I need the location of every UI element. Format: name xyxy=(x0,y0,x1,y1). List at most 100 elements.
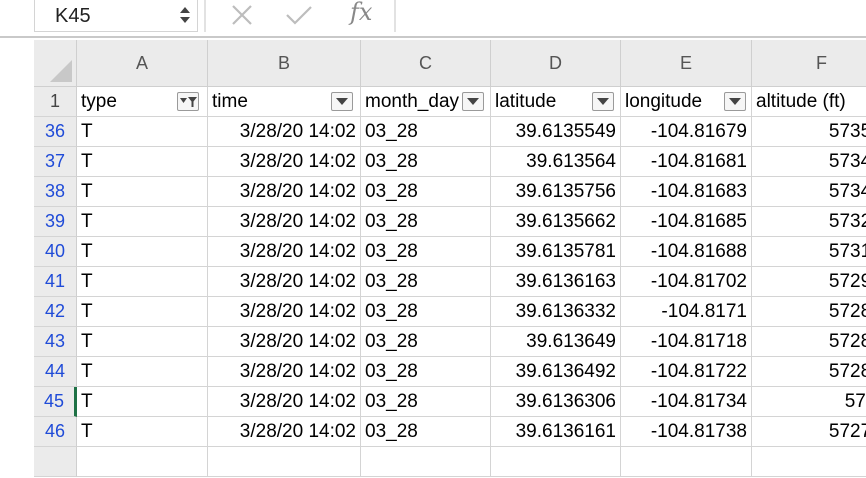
cell-altitude[interactable]: 5728.3 xyxy=(752,327,866,357)
cell-latitude[interactable]: 39.6135781 xyxy=(491,237,621,267)
cell-type[interactable]: T xyxy=(77,327,208,357)
select-all-corner[interactable] xyxy=(34,40,77,87)
column-header-d[interactable]: D xyxy=(491,40,621,87)
cell-altitude[interactable]: 5732.9 xyxy=(752,207,866,237)
cell-empty[interactable] xyxy=(208,447,361,477)
row-header-next[interactable] xyxy=(34,447,77,477)
cell-time[interactable]: 3/28/20 14:02 xyxy=(208,237,361,267)
cell-latitude[interactable]: 39.6135549 xyxy=(491,117,621,147)
row-header-42[interactable]: 42 xyxy=(34,297,77,327)
row-header-45[interactable]: 45 xyxy=(34,387,77,417)
name-box[interactable]: K45 xyxy=(34,0,198,32)
cell-latitude[interactable]: 39.6135662 xyxy=(491,207,621,237)
cell-latitude[interactable]: 39.6136161 xyxy=(491,417,621,447)
cell-altitude[interactable]: 5727.7 xyxy=(752,417,866,447)
cell-latitude[interactable]: 39.6135756 xyxy=(491,177,621,207)
cell-time[interactable]: 3/28/20 14:02 xyxy=(208,327,361,357)
cell-type[interactable]: T xyxy=(77,117,208,147)
cell-time[interactable]: 3/28/20 14:02 xyxy=(208,207,361,237)
row-header-37[interactable]: 37 xyxy=(34,147,77,177)
fx-icon[interactable]: fx xyxy=(350,0,372,26)
cell-longitude[interactable]: -104.81685 xyxy=(621,207,752,237)
header-cell-altitude[interactable]: altitude (ft) xyxy=(752,87,866,117)
cell-month-day[interactable]: 03_28 xyxy=(361,417,491,447)
cell-latitude[interactable]: 39.6136332 xyxy=(491,297,621,327)
cell-longitude[interactable]: -104.81738 xyxy=(621,417,752,447)
cell-type[interactable]: T xyxy=(77,297,208,327)
name-box-stepper-icon[interactable] xyxy=(179,4,191,26)
cell-type[interactable]: T xyxy=(77,417,208,447)
row-header-38[interactable]: 38 xyxy=(34,177,77,207)
column-header-e[interactable]: E xyxy=(621,40,752,87)
cell-altitude[interactable]: 5734.3 xyxy=(752,177,866,207)
cell-empty[interactable] xyxy=(491,447,621,477)
cell-latitude[interactable]: 39.6136306 xyxy=(491,387,621,417)
cell-longitude[interactable]: -104.8171 xyxy=(621,297,752,327)
cell-month-day[interactable]: 03_28 xyxy=(361,237,491,267)
cell-time[interactable]: 3/28/20 14:02 xyxy=(208,387,361,417)
cell-latitude[interactable]: 39.6136163 xyxy=(491,267,621,297)
column-header-a[interactable]: A xyxy=(77,40,208,87)
cell-altitude[interactable]: 5729.7 xyxy=(752,267,866,297)
cell-longitude[interactable]: -104.81683 xyxy=(621,177,752,207)
cell-type[interactable]: T xyxy=(77,207,208,237)
row-header-44[interactable]: 44 xyxy=(34,357,77,387)
cell-empty[interactable] xyxy=(77,447,208,477)
check-icon[interactable] xyxy=(284,4,314,26)
cell-type[interactable]: T xyxy=(77,177,208,207)
column-header-f[interactable]: F xyxy=(752,40,866,87)
filter-button-type[interactable] xyxy=(177,92,199,111)
cell-time[interactable]: 3/28/20 14:02 xyxy=(208,297,361,327)
cell-time[interactable]: 3/28/20 14:02 xyxy=(208,117,361,147)
cell-month-day[interactable]: 03_28 xyxy=(361,177,491,207)
cell-type[interactable]: T xyxy=(77,387,208,417)
cell-latitude[interactable]: 39.613564 xyxy=(491,147,621,177)
cell-altitude[interactable]: 5734.9 xyxy=(752,147,866,177)
cell-time[interactable]: 3/28/20 14:02 xyxy=(208,417,361,447)
cell-type[interactable]: T xyxy=(77,357,208,387)
cell-type[interactable]: T xyxy=(77,147,208,177)
row-header-36[interactable]: 36 xyxy=(34,117,77,147)
cell-altitude[interactable]: 5731.6 xyxy=(752,237,866,267)
cell-longitude[interactable]: -104.81734 xyxy=(621,387,752,417)
row-header-39[interactable]: 39 xyxy=(34,207,77,237)
cell-month-day[interactable]: 03_28 xyxy=(361,207,491,237)
cell-latitude[interactable]: 39.6136492 xyxy=(491,357,621,387)
name-box-value[interactable]: K45 xyxy=(55,5,91,28)
filter-button-latitude[interactable] xyxy=(592,92,614,111)
cell-time[interactable]: 3/28/20 14:02 xyxy=(208,267,361,297)
cell-month-day[interactable]: 03_28 xyxy=(361,117,491,147)
cell-longitude[interactable]: -104.81702 xyxy=(621,267,752,297)
cell-empty[interactable] xyxy=(361,447,491,477)
cell-longitude[interactable]: -104.81722 xyxy=(621,357,752,387)
row-header-41[interactable]: 41 xyxy=(34,267,77,297)
filter-button-month-day[interactable] xyxy=(462,92,484,111)
cell-empty[interactable] xyxy=(621,447,752,477)
cell-type[interactable]: T xyxy=(77,267,208,297)
row-header-1[interactable]: 1 xyxy=(34,87,77,117)
filter-button-longitude[interactable] xyxy=(724,92,746,111)
row-header-43[interactable]: 43 xyxy=(34,327,77,357)
cell-latitude[interactable]: 39.613649 xyxy=(491,327,621,357)
cell-month-day[interactable]: 03_28 xyxy=(361,267,491,297)
column-header-b[interactable]: B xyxy=(208,40,361,87)
cell-month-day[interactable]: 03_28 xyxy=(361,147,491,177)
cell-altitude[interactable]: 5727 xyxy=(752,387,866,417)
row-header-40[interactable]: 40 xyxy=(34,237,77,267)
row-header-46[interactable]: 46 xyxy=(34,417,77,447)
cell-time[interactable]: 3/28/20 14:02 xyxy=(208,357,361,387)
cell-month-day[interactable]: 03_28 xyxy=(361,357,491,387)
cell-time[interactable]: 3/28/20 14:02 xyxy=(208,177,361,207)
cell-month-day[interactable]: 03_28 xyxy=(361,297,491,327)
cell-longitude[interactable]: -104.81679 xyxy=(621,117,752,147)
cell-month-day[interactable]: 03_28 xyxy=(361,387,491,417)
cell-altitude[interactable]: 5728.3 xyxy=(752,297,866,327)
cell-month-day[interactable]: 03_28 xyxy=(361,327,491,357)
cell-altitude[interactable]: 5735.6 xyxy=(752,117,866,147)
cell-altitude[interactable]: 5728.3 xyxy=(752,357,866,387)
cell-time[interactable]: 3/28/20 14:02 xyxy=(208,147,361,177)
cell-type[interactable]: T xyxy=(77,237,208,267)
filter-button-time[interactable] xyxy=(331,92,353,111)
x-icon[interactable] xyxy=(230,4,254,26)
cell-empty[interactable] xyxy=(752,447,866,477)
